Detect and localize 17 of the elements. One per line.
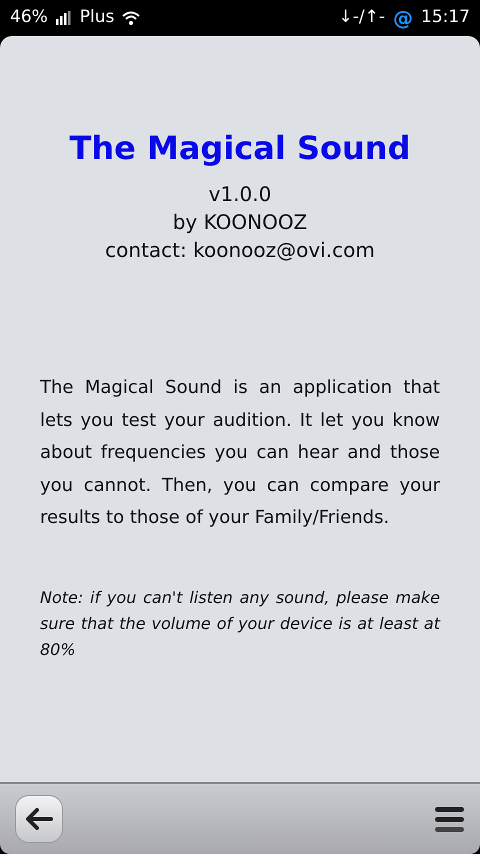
clock-text: 15:17: [421, 6, 470, 30]
at-icon: @: [393, 3, 413, 33]
menu-icon: [435, 805, 465, 833]
contact-text: contact: koonooz@ovi.com: [105, 237, 375, 264]
app-title: The Magical Sound: [68, 128, 412, 169]
wifi-icon: [122, 11, 140, 25]
signal-icon: [56, 11, 72, 25]
menu-button[interactable]: [435, 805, 465, 833]
operator-text: Plus: [80, 6, 114, 30]
version-text: v1.0.0: [208, 181, 272, 208]
data-traffic-text: ↓-/↑-: [338, 6, 385, 30]
back-icon: [24, 807, 54, 831]
battery-text: 46%: [10, 6, 48, 30]
description-text: The Magical Sound is an application that lets you test your audition. It let you know about frequencies you can hear and those you cannot. Then, you can compare your results to those of your Family/Friends.: [40, 376, 440, 530]
back-button[interactable]: [15, 795, 63, 843]
note-text: Note: if you can't listen any sound, please make sure that the volume of your device is at least at 80%: [40, 586, 440, 660]
author-text: by KOONOOZ: [172, 209, 308, 236]
